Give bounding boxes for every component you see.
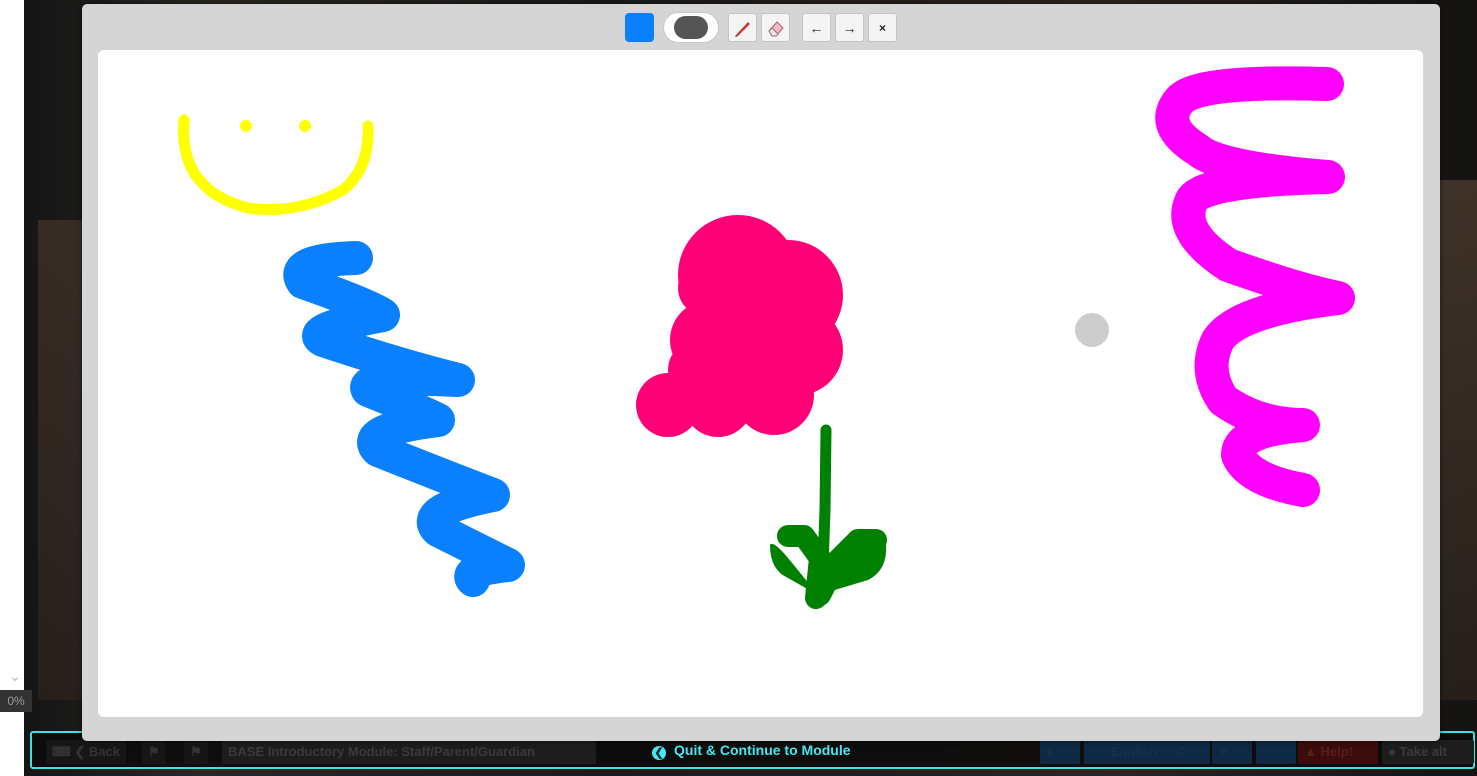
bookmark-filled-icon[interactable]: ⚑ xyxy=(184,740,208,764)
blue-zigzag-stroke xyxy=(283,241,525,597)
eraser-icon xyxy=(767,20,784,36)
quit-label: Quit & Continue to Module xyxy=(674,742,851,758)
print-icon[interactable]: ⎙ xyxy=(1170,740,1210,764)
pencil-icon xyxy=(734,21,750,37)
info-icon[interactable]: ● xyxy=(1040,740,1080,764)
undo-button[interactable]: ← xyxy=(802,13,831,42)
pink-flower-head xyxy=(636,215,843,437)
chevron-left-circle-icon: ❮ xyxy=(652,746,666,760)
take-alt-button[interactable]: ● Take alt xyxy=(1382,740,1474,764)
background-scene-right xyxy=(1437,180,1477,700)
warning-icon: ▲ xyxy=(1304,744,1317,759)
yellow-smile-stroke xyxy=(178,114,374,215)
module-title: BASE Introductory Module: Staff/Parent/G… xyxy=(222,740,596,764)
magenta-spiral-stroke xyxy=(1155,66,1355,507)
pointer-icon[interactable]: ✦ xyxy=(1212,740,1252,764)
color-picker-button[interactable] xyxy=(625,13,654,42)
back-arrow-icon: ❮ xyxy=(74,744,86,759)
redo-button[interactable]: → xyxy=(835,13,864,42)
back-button[interactable]: ⌨ ❮ Back xyxy=(46,740,126,764)
take-alt-label: Take alt xyxy=(1399,744,1447,759)
take-alt-icon: ● xyxy=(1388,744,1396,759)
help-label: Help! xyxy=(1320,744,1354,759)
quit-continue-button[interactable]: ❮ Quit & Continue to Module xyxy=(652,740,851,760)
pen-tool-button[interactable] xyxy=(728,13,757,42)
keyboard-icon: ⌨ xyxy=(52,744,71,759)
yellow-eye-left xyxy=(240,120,252,132)
chevron-down-icon[interactable]: ⌄ xyxy=(4,668,26,684)
back-label: Back xyxy=(88,744,120,759)
help-button[interactable]: ▲ Help! xyxy=(1298,740,1378,764)
eraser-tool-button[interactable] xyxy=(761,13,790,42)
brush-size-button[interactable] xyxy=(663,12,719,43)
language-select[interactable]: English xyxy=(1084,740,1184,764)
speaker-icon[interactable]: ♬ xyxy=(1256,740,1296,764)
bookmark-icon[interactable]: ⚑ xyxy=(142,740,166,764)
yellow-eye-right xyxy=(299,120,311,132)
brush-cursor xyxy=(1075,313,1109,347)
close-button[interactable]: × xyxy=(868,13,897,42)
brush-size-dot xyxy=(674,16,708,39)
progress-indicator: 0% xyxy=(0,690,32,712)
drawing-canvas[interactable] xyxy=(98,50,1423,717)
